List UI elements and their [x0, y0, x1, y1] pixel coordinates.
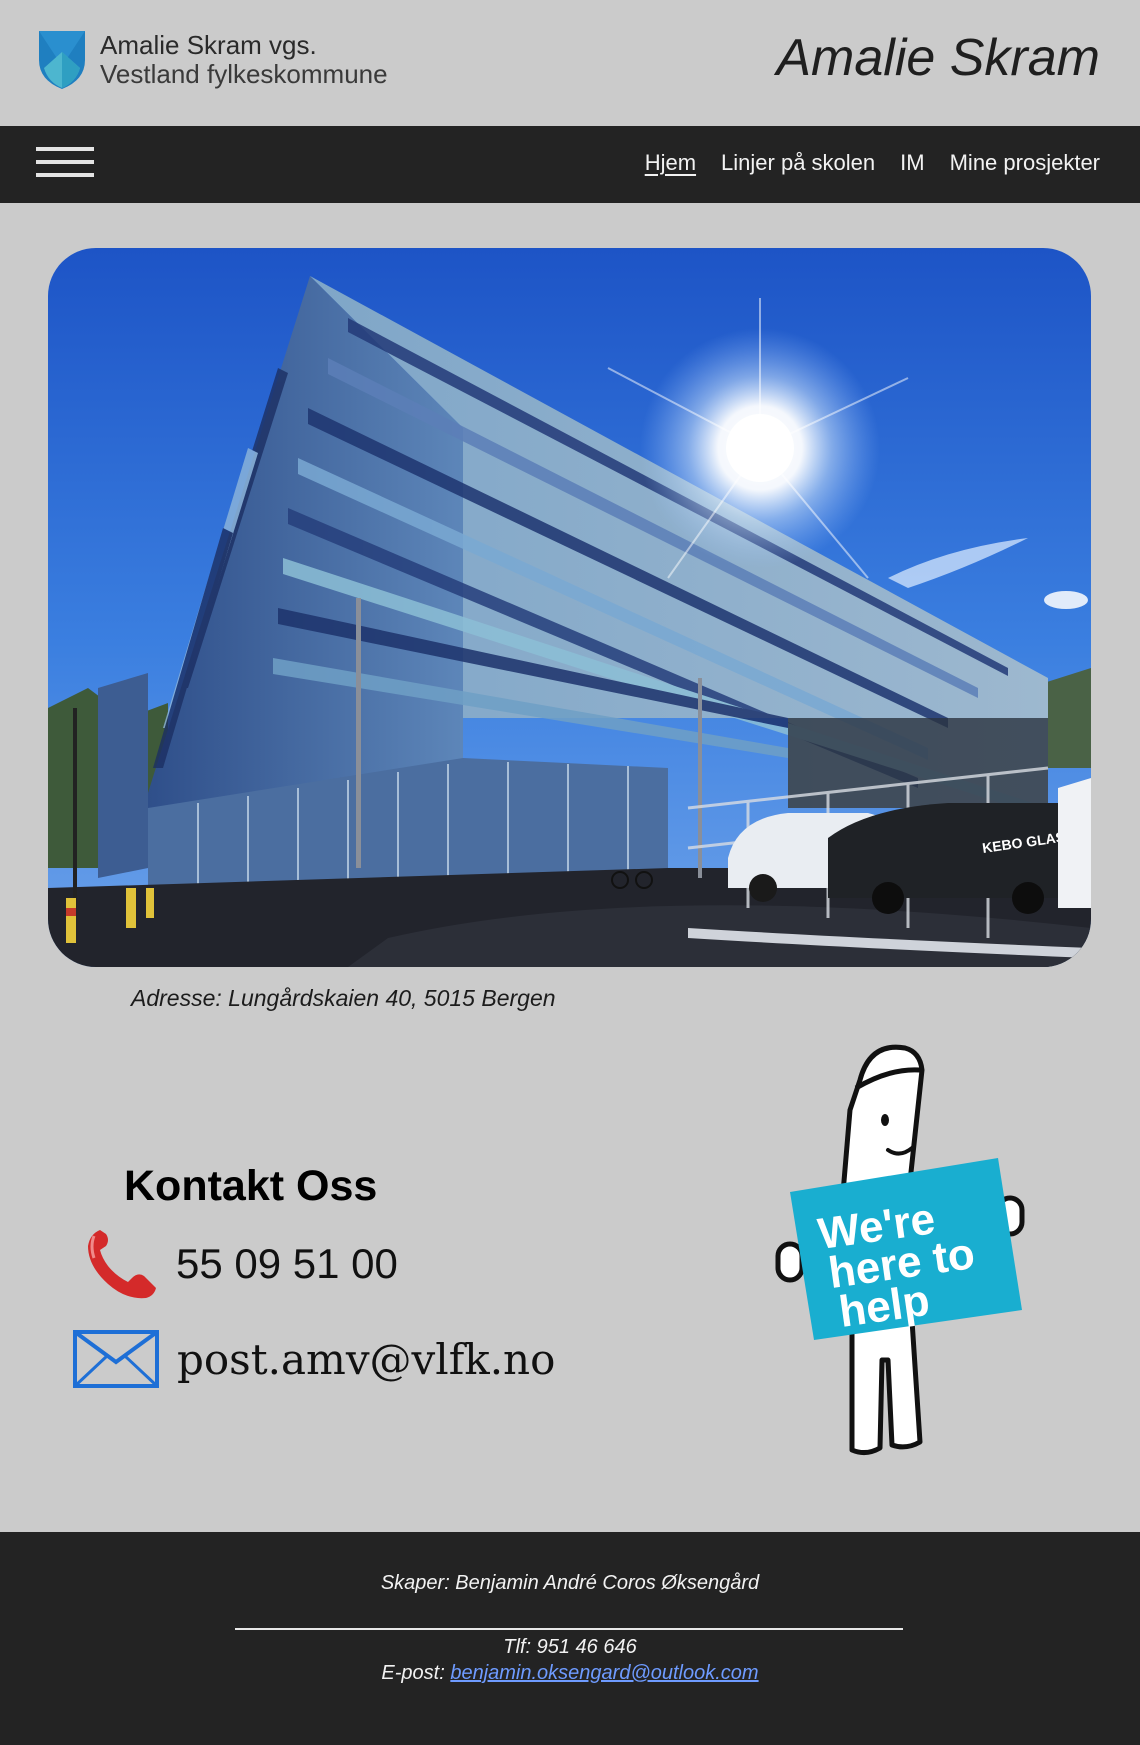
contact-heading: Kontakt Oss [124, 1162, 378, 1210]
footer-email-link[interactable]: benjamin.oksengard@outlook.com [450, 1662, 758, 1684]
school-building-photo: KEBO GLASS [48, 248, 1091, 967]
footer-creator: Skaper: Benjamin André Coros Øksengård [380, 1572, 760, 1594]
school-logo[interactable]: Amalie Skram vgs. Vestland fylkeskommune [38, 30, 388, 90]
footer-phone: Tlf: 951 46 646 [503, 1636, 637, 1658]
footer-email-label: E-post: [381, 1662, 445, 1684]
nav-links: Hjem Linjer på skolen IM Mine prosjekter [645, 148, 1100, 178]
logo-school-name: Amalie Skram vgs. [100, 30, 317, 60]
nav-link-mine-prosjekter[interactable]: Mine prosjekter [950, 148, 1100, 178]
footer-email-row: E-post: benjamin.oksengard@outlook.com [0, 1662, 1140, 1685]
main-navigation: Hjem Linjer på skolen IM Mine prosjekter [0, 126, 1140, 203]
site-header: Amalie Skram vgs. Vestland fylkeskommune… [0, 0, 1140, 126]
nav-link-im[interactable]: IM [900, 148, 924, 178]
footer-divider [235, 1628, 903, 1630]
nav-link-linjer[interactable]: Linjer på skolen [721, 148, 875, 178]
site-title: Amalie Skram [776, 29, 1100, 87]
school-address: Adresse: Lungårdskaien 40, 5015 Bergen [131, 985, 556, 1011]
contact-email[interactable]: post.amv@vlfk.no [73, 1330, 555, 1388]
email-address: post.amv@vlfk.no [177, 1334, 556, 1384]
envelope-icon [73, 1330, 159, 1388]
hamburger-menu-icon[interactable] [36, 144, 94, 184]
telephone-receiver-icon [88, 1230, 156, 1299]
site-footer: Skaper: Benjamin André Coros Øksengård T… [0, 1532, 1140, 1745]
nav-link-hjem[interactable]: Hjem [645, 148, 696, 178]
phone-number: 55 09 51 00 [176, 1240, 398, 1287]
logo-county-name: Vestland fylkeskommune [100, 59, 388, 89]
help-figure-illustration: We're here to help [770, 1040, 1030, 1460]
contact-phone[interactable]: 55 09 51 00 [86, 1226, 398, 1302]
county-shield-icon [39, 31, 85, 89]
